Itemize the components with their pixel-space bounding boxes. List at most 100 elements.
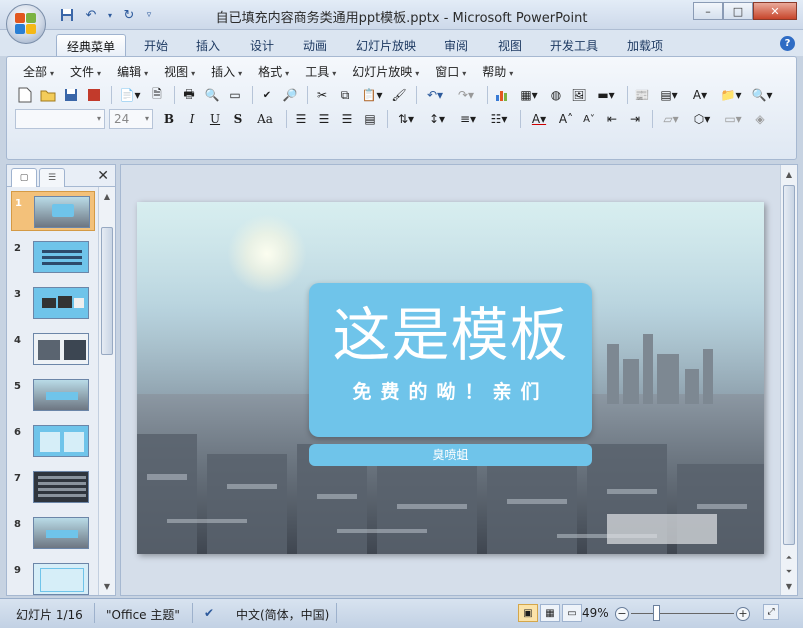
layout-icon[interactable]: ▤▾ <box>655 85 683 105</box>
picture-icon[interactable]: 🖼 <box>569 85 589 105</box>
change-case-button[interactable]: Aa <box>251 109 279 129</box>
preview-icon[interactable]: 🔍 <box>202 85 222 105</box>
normal-view-icon[interactable]: ▣ <box>518 604 538 622</box>
tab-addins[interactable]: 加载项 <box>617 34 673 56</box>
slide-thumbnail-9[interactable]: 9 <box>11 559 95 595</box>
slide-title[interactable]: 这是模板 <box>309 303 592 367</box>
shape-fill-icon[interactable]: ◈ <box>750 109 770 129</box>
language-indicator[interactable]: 中文(简体，中国) <box>236 606 329 623</box>
save-icon[interactable] <box>58 6 76 24</box>
slides-tab-icon[interactable]: ▢ <box>11 168 37 187</box>
slide-thumbnail-1[interactable]: 1 <box>11 191 95 231</box>
copy-icon[interactable]: ⧉ <box>335 85 355 105</box>
undo-icon[interactable]: ↶ <box>82 6 100 24</box>
text-box-icon[interactable]: A▾ <box>686 85 714 105</box>
zoom-thumb[interactable] <box>653 605 660 621</box>
permission-icon[interactable] <box>84 85 104 105</box>
tab-design[interactable]: 设计 <box>240 34 284 56</box>
menu-all[interactable]: 全部 ▾ <box>15 63 62 80</box>
tab-view[interactable]: 视图 <box>488 34 532 56</box>
new-slide-icon[interactable]: 📰 <box>632 85 652 105</box>
menu-file[interactable]: 文件 ▾ <box>62 63 109 80</box>
tab-home[interactable]: 开始 <box>134 34 178 56</box>
slide-thumbnail-8[interactable]: 8 <box>11 513 95 553</box>
editing-area-scrollbar[interactable]: ▲ ⏶ ⏷ ▼ <box>780 165 797 595</box>
text-direction-icon[interactable]: ⇅▾ <box>392 109 420 129</box>
align-right-icon[interactable]: ☰ <box>337 109 357 129</box>
save-icon[interactable] <box>61 85 81 105</box>
underline-button[interactable]: U <box>205 109 225 129</box>
shadow-button[interactable]: S <box>228 109 248 129</box>
menu-help[interactable]: 帮助 ▾ <box>474 63 521 80</box>
tab-developer[interactable]: 开发工具 <box>540 34 608 56</box>
open-icon[interactable] <box>38 85 58 105</box>
tab-classic-menu[interactable]: 经典菜单 <box>56 34 127 56</box>
research-icon[interactable]: 🔎 <box>280 85 300 105</box>
spelling-icon[interactable]: ✔ <box>257 85 277 105</box>
font-color-icon[interactable]: A▾ <box>525 109 553 129</box>
clip-art-icon[interactable]: ◍ <box>546 85 566 105</box>
close-icon[interactable]: ✕ <box>97 168 109 184</box>
zoom-in-icon[interactable]: + <box>736 607 750 621</box>
zoom-level[interactable]: 49% <box>582 606 609 620</box>
scroll-down-icon[interactable]: ▼ <box>99 579 115 593</box>
redo-icon[interactable]: ↷▾ <box>452 85 480 105</box>
office-button[interactable] <box>6 4 46 44</box>
tab-animation[interactable]: 动画 <box>293 34 337 56</box>
font-name-combobox[interactable]: ▾ <box>15 109 105 129</box>
redo-icon[interactable]: ↻ <box>120 6 138 24</box>
menu-view[interactable]: 视图 ▾ <box>156 63 203 80</box>
italic-button[interactable]: I <box>182 109 202 129</box>
zoom-out-icon[interactable]: − <box>615 607 629 621</box>
slide-thumbnail-5[interactable]: 5 <box>11 375 95 415</box>
help-icon[interactable]: ? <box>780 36 795 51</box>
paste-icon[interactable]: 📋▾ <box>358 85 386 105</box>
print-preview-icon[interactable]: 📄▾ <box>116 85 144 105</box>
scroll-up-icon[interactable]: ▲ <box>99 189 115 203</box>
scrollbar-thumb[interactable] <box>101 227 113 355</box>
arrange-icon[interactable]: ⬡▾ <box>688 109 716 129</box>
slide-subtitle[interactable]: 免费的呦！亲们 <box>309 377 592 404</box>
menu-insert[interactable]: 插入 ▾ <box>203 63 250 80</box>
menu-window[interactable]: 窗口 ▾ <box>427 63 474 80</box>
chart-icon[interactable] <box>492 85 512 105</box>
next-slide-icon[interactable]: ⏷ <box>781 565 797 579</box>
justify-icon[interactable]: ▤ <box>360 109 380 129</box>
title-card[interactable]: 这是模板 免费的呦！亲们 <box>309 283 592 437</box>
scroll-up-icon[interactable]: ▲ <box>781 167 797 181</box>
bullets-icon[interactable]: ☷▾ <box>485 109 513 129</box>
tab-insert[interactable]: 插入 <box>186 34 230 56</box>
zoom-slider[interactable]: − + <box>615 605 750 621</box>
grow-font-icon[interactable]: A˄ <box>556 109 576 129</box>
undo-icon[interactable]: ↶▾ <box>421 85 449 105</box>
shrink-font-icon[interactable]: A˅ <box>579 109 599 129</box>
table-icon[interactable]: ▦▾ <box>515 85 543 105</box>
numbering-icon[interactable]: ≡▾ <box>454 109 482 129</box>
align-center-icon[interactable]: ☰ <box>314 109 334 129</box>
print-icon[interactable]: 🖶 <box>179 85 199 105</box>
slide-thumbnail-7[interactable]: 7 <box>11 467 95 507</box>
current-slide[interactable]: 这是模板 免费的呦！亲们 臭喷蛆 <box>137 202 764 554</box>
font-size-combobox[interactable]: 24 ▾ <box>109 109 153 129</box>
fit-to-window-icon[interactable]: ⤢ <box>763 604 779 620</box>
bold-button[interactable]: B <box>159 109 179 129</box>
slideshow-view-icon[interactable]: ▭ <box>562 604 582 622</box>
menu-edit[interactable]: 编辑 ▾ <box>109 63 156 80</box>
tab-slideshow[interactable]: 幻灯片放映 <box>346 34 426 56</box>
tab-review[interactable]: 审阅 <box>434 34 478 56</box>
slide-thumbnail-6[interactable]: 6 <box>11 421 95 461</box>
zoom-icon[interactable]: 🔍▾ <box>748 85 776 105</box>
author-label[interactable]: 臭喷蛆 <box>309 444 592 466</box>
decrease-indent-icon[interactable]: ⇤ <box>602 109 622 129</box>
dropdown-arrow-icon[interactable]: ▾ <box>106 6 114 24</box>
slide-sorter-icon[interactable]: ▦ <box>540 604 560 622</box>
menu-format[interactable]: 格式 ▾ <box>250 63 297 80</box>
menu-tools[interactable]: 工具 ▾ <box>297 63 344 80</box>
format-painter-icon[interactable]: 🖌 <box>389 85 409 105</box>
color-scheme-icon[interactable]: ▬▾ <box>592 85 620 105</box>
slide-thumbnail-4[interactable]: 4 <box>11 329 95 369</box>
slide-view-icon[interactable]: ▭ <box>225 85 245 105</box>
scrollbar-thumb[interactable] <box>783 185 795 545</box>
increase-indent-icon[interactable]: ⇥ <box>625 109 645 129</box>
publish-icon[interactable]: 🗎 <box>147 85 167 105</box>
